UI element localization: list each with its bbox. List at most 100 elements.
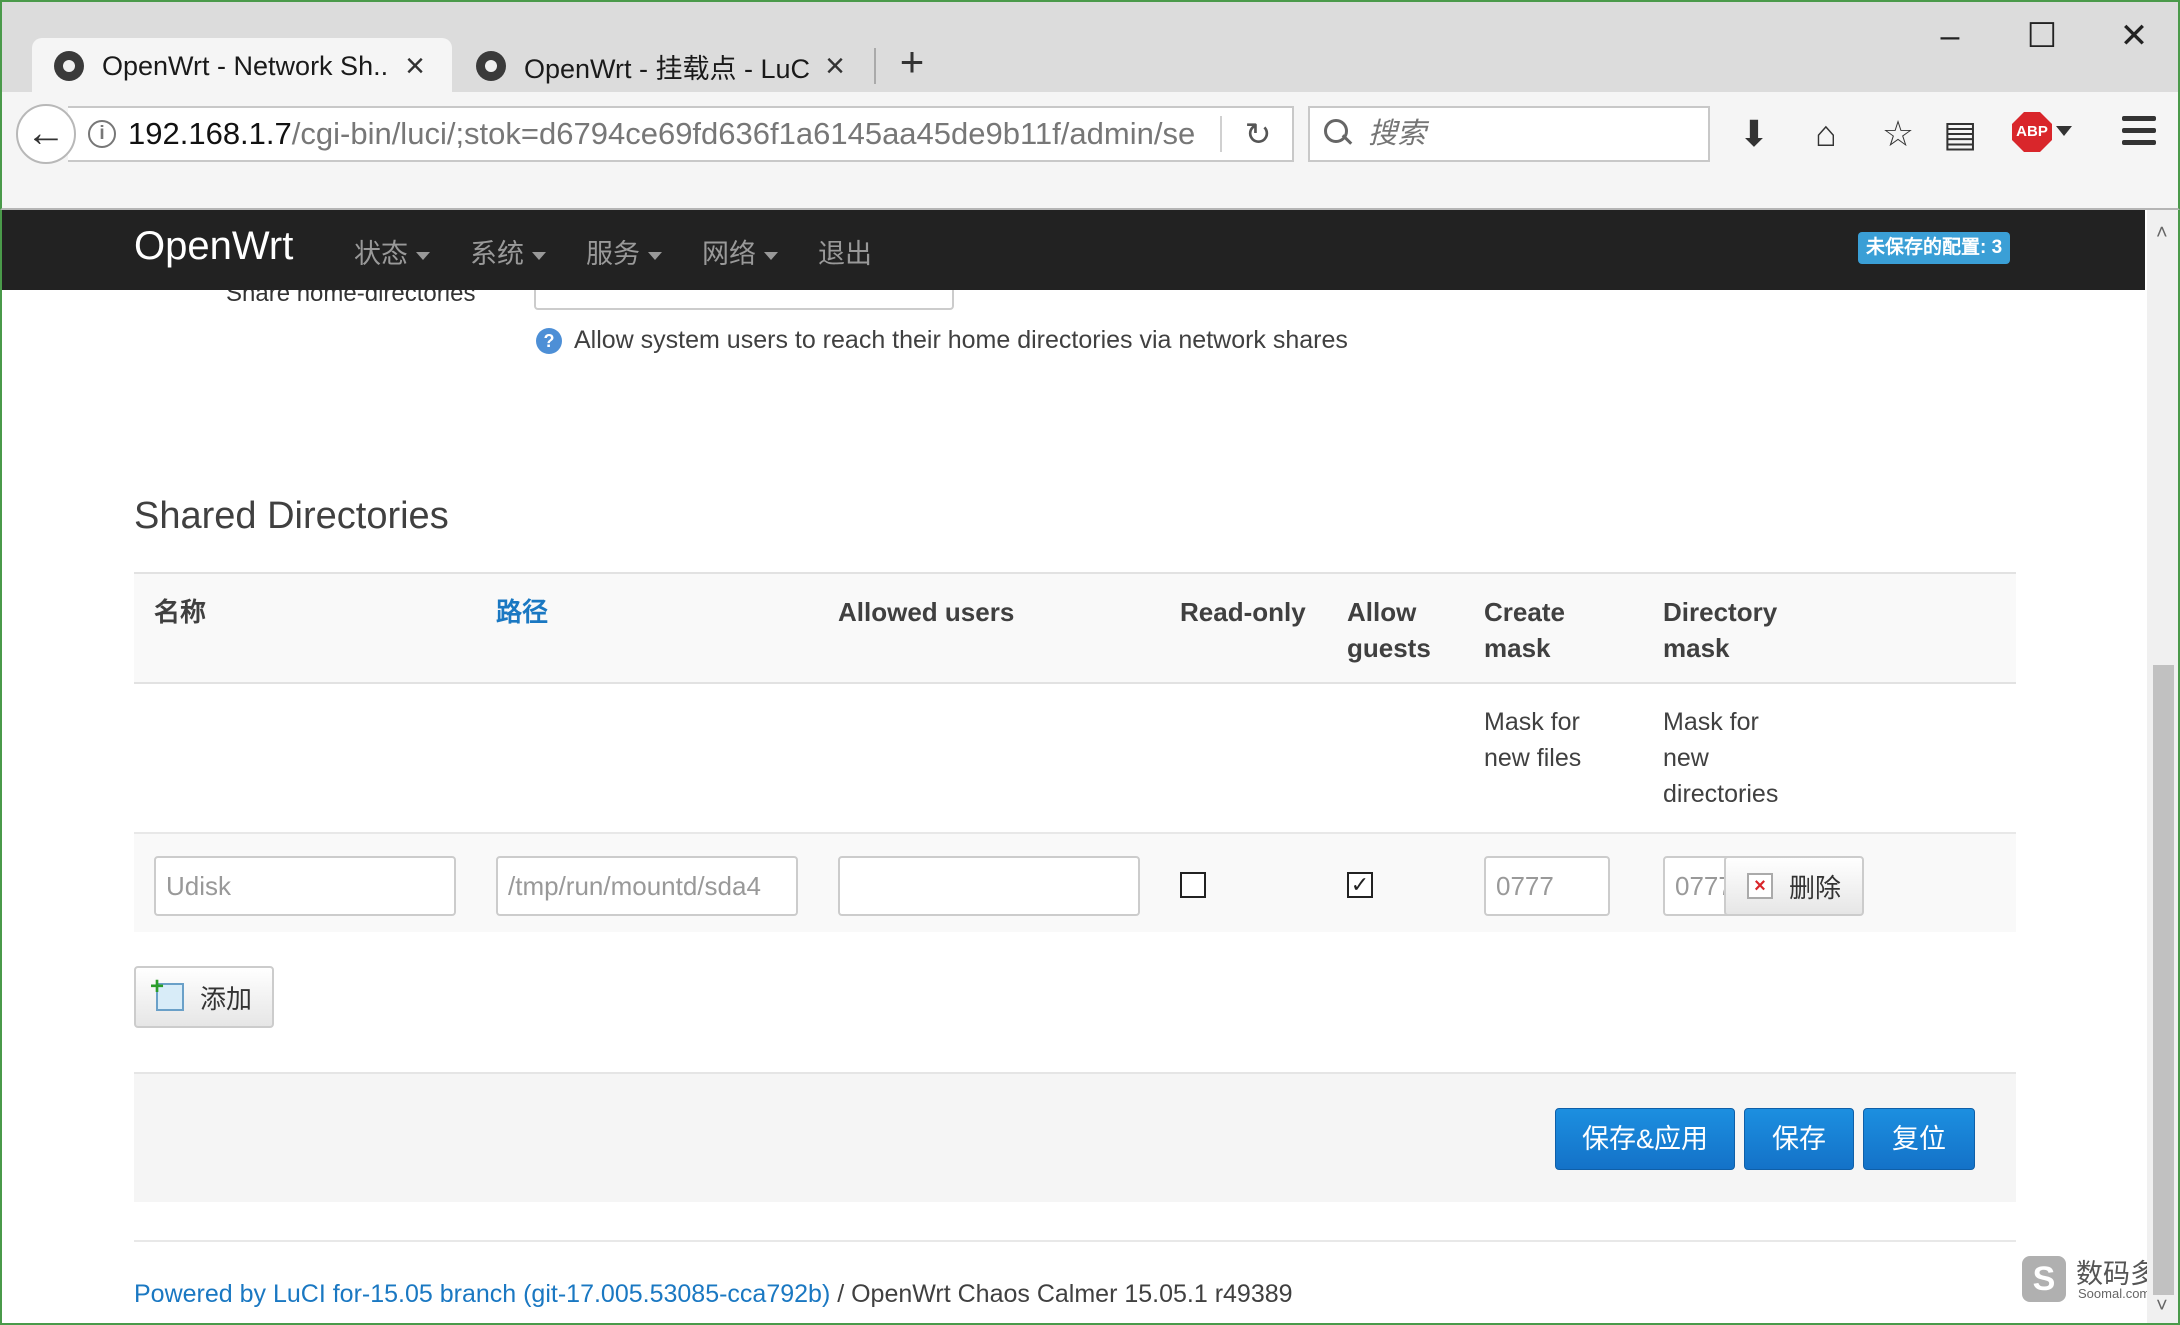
caret-down-icon xyxy=(648,251,662,260)
hamburger-menu-icon[interactable] xyxy=(2122,116,2156,146)
caret-down-icon xyxy=(764,251,778,260)
watermark-subtext: Soomal.com xyxy=(2078,1286,2151,1301)
page-info-icon[interactable]: i xyxy=(88,120,116,148)
menu-services[interactable]: 服务 xyxy=(586,232,662,271)
minimize-button[interactable]: – xyxy=(1930,16,1970,56)
allowed-users-input[interactable] xyxy=(838,856,1140,916)
tab-title: OpenWrt - Network Sh... xyxy=(102,50,390,81)
save-apply-button[interactable]: 保存&应用 xyxy=(1555,1108,1735,1170)
url-path: /cgi-bin/luci/;stok=d6794ce69fd636f1a614… xyxy=(291,116,1196,151)
column-name: 名称 xyxy=(154,597,207,627)
action-bar: 保存&应用 保存 复位 xyxy=(134,1072,2016,1202)
table-header: 名称 路径 Allowed users Read-only Allow guest… xyxy=(134,572,2016,684)
header-line: Allow xyxy=(1347,597,1417,627)
column-allow-guests: Allow guests xyxy=(1347,594,1431,666)
allow-guests-checkbox[interactable]: ✓ xyxy=(1347,872,1373,898)
delete-label: 删除 xyxy=(1788,872,1841,903)
desc-line: new xyxy=(1663,744,1709,772)
header-line: Create xyxy=(1484,597,1565,627)
column-read-only: Read-only xyxy=(1180,597,1306,627)
reset-button[interactable]: 复位 xyxy=(1863,1108,1975,1170)
create-mask-input[interactable] xyxy=(1484,856,1610,916)
desc-line: Mask for xyxy=(1663,708,1759,736)
footer: Powered by LuCI for-15.05 branch (git-17… xyxy=(134,1280,1293,1309)
scroll-up-icon[interactable]: ˄ xyxy=(2156,222,2168,245)
close-tab-icon[interactable]: × xyxy=(820,49,850,83)
tab-network-shares[interactable]: OpenWrt - Network Sh... × xyxy=(32,38,452,94)
directory-mask-description: Mask for new directories xyxy=(1663,704,1778,812)
openwrt-header: OpenWrt 状态 系统 服务 网络 退出 未保存的配置: 3 xyxy=(2,210,2145,290)
scrollbar-thumb[interactable] xyxy=(2153,665,2174,1295)
home-icon[interactable]: ⌂ xyxy=(1804,112,1848,156)
desc-line: new files xyxy=(1484,744,1582,772)
menu-label: 状态 xyxy=(354,239,408,269)
menu-system[interactable]: 系统 xyxy=(470,232,546,271)
column-path[interactable]: 路径 xyxy=(496,594,548,630)
section-title: Shared Directories xyxy=(134,495,449,537)
share-home-help: Allow system users to reach their home d… xyxy=(574,326,1348,354)
delete-button[interactable]: × 删除 xyxy=(1724,856,1864,916)
caret-down-icon xyxy=(532,251,546,260)
brand-logo[interactable]: OpenWrt xyxy=(134,224,293,269)
address-bar[interactable]: i 192.168.1.7/cgi-bin/luci/;stok=d6794ce… xyxy=(68,106,1294,162)
close-window-button[interactable]: ✕ xyxy=(2114,16,2154,56)
menu-label: 服务 xyxy=(586,239,640,269)
vertical-scrollbar[interactable]: ˄ ˅ xyxy=(2147,210,2178,1323)
menu-network[interactable]: 网络 xyxy=(702,232,778,271)
tab-title: OpenWrt - 挂载点 - LuCI xyxy=(524,53,810,84)
read-only-checkbox[interactable] xyxy=(1180,872,1206,898)
save-button[interactable]: 保存 xyxy=(1744,1108,1854,1170)
watermark: S 数码多 Soomal.com xyxy=(2022,1252,2162,1308)
add-label: 添加 xyxy=(199,983,252,1014)
openwrt-favicon-icon xyxy=(54,51,84,81)
desc-line: directories xyxy=(1663,780,1779,808)
download-icon[interactable]: ⬇ xyxy=(1732,112,1776,156)
search-icon xyxy=(1324,119,1354,149)
url-divider xyxy=(1220,116,1222,152)
scroll-down-icon[interactable]: ˅ xyxy=(2156,1295,2168,1318)
browser-tab-bar: OpenWrt - Network Sh... × OpenWrt - 挂载点 … xyxy=(0,0,2180,94)
desc-line: Mask for xyxy=(1484,708,1580,736)
tab-mount-points[interactable]: OpenWrt - 挂载点 - LuCI × xyxy=(454,38,872,94)
header-line: mask xyxy=(1484,633,1551,663)
new-tab-button[interactable]: + xyxy=(892,41,932,83)
openwrt-favicon-icon xyxy=(476,51,506,81)
adblock-plus-icon[interactable]: ABP xyxy=(2012,112,2052,152)
url-text[interactable]: 192.168.1.7/cgi-bin/luci/;stok=d6794ce69… xyxy=(128,116,1204,152)
delete-icon: × xyxy=(1746,873,1773,899)
column-allowed-users: Allowed users xyxy=(838,597,1015,627)
footer-divider xyxy=(134,1240,2016,1242)
back-button[interactable]: ← xyxy=(16,104,76,164)
reading-list-icon[interactable]: ▤ xyxy=(1938,112,1982,156)
share-path-input[interactable] xyxy=(496,856,798,916)
tab-divider xyxy=(874,48,876,84)
reload-icon[interactable]: ↻ xyxy=(1238,114,1278,154)
help-icon: ? xyxy=(536,328,562,354)
menu-label: 系统 xyxy=(470,239,524,269)
column-create-mask: Create mask xyxy=(1484,594,1565,666)
soomal-logo-icon: S xyxy=(2022,1256,2066,1302)
luci-link[interactable]: Powered by LuCI for-15.05 branch (git-17… xyxy=(134,1280,830,1308)
create-mask-description: Mask for new files xyxy=(1484,704,1581,776)
page-viewport: OpenWrt 状态 系统 服务 网络 退出 未保存的配置: 3 Share h… xyxy=(0,210,2180,1325)
header-line: mask xyxy=(1663,633,1730,663)
menu-label: 退出 xyxy=(818,239,872,269)
search-input[interactable] xyxy=(1368,117,1688,151)
header-line: guests xyxy=(1347,633,1431,663)
search-bar[interactable] xyxy=(1308,106,1710,162)
add-icon xyxy=(150,973,184,1011)
menu-logout[interactable]: 退出 xyxy=(818,232,872,271)
close-tab-icon[interactable]: × xyxy=(400,49,430,83)
menu-status[interactable]: 状态 xyxy=(354,232,430,271)
menu-label: 网络 xyxy=(702,239,756,269)
column-directory-mask: Directory mask xyxy=(1663,594,1777,666)
chevron-down-icon[interactable] xyxy=(2056,126,2072,136)
unsaved-changes-badge[interactable]: 未保存的配置: 3 xyxy=(1858,232,2011,264)
table-row: ✓ × 删除 xyxy=(134,832,2016,932)
add-button[interactable]: 添加 xyxy=(134,966,274,1028)
header-line: Directory xyxy=(1663,597,1778,627)
bookmark-star-icon[interactable]: ☆ xyxy=(1876,112,1920,156)
share-name-input[interactable] xyxy=(154,856,456,916)
maximize-button[interactable]: ☐ xyxy=(2022,16,2062,56)
url-host: 192.168.1.7 xyxy=(128,116,292,151)
